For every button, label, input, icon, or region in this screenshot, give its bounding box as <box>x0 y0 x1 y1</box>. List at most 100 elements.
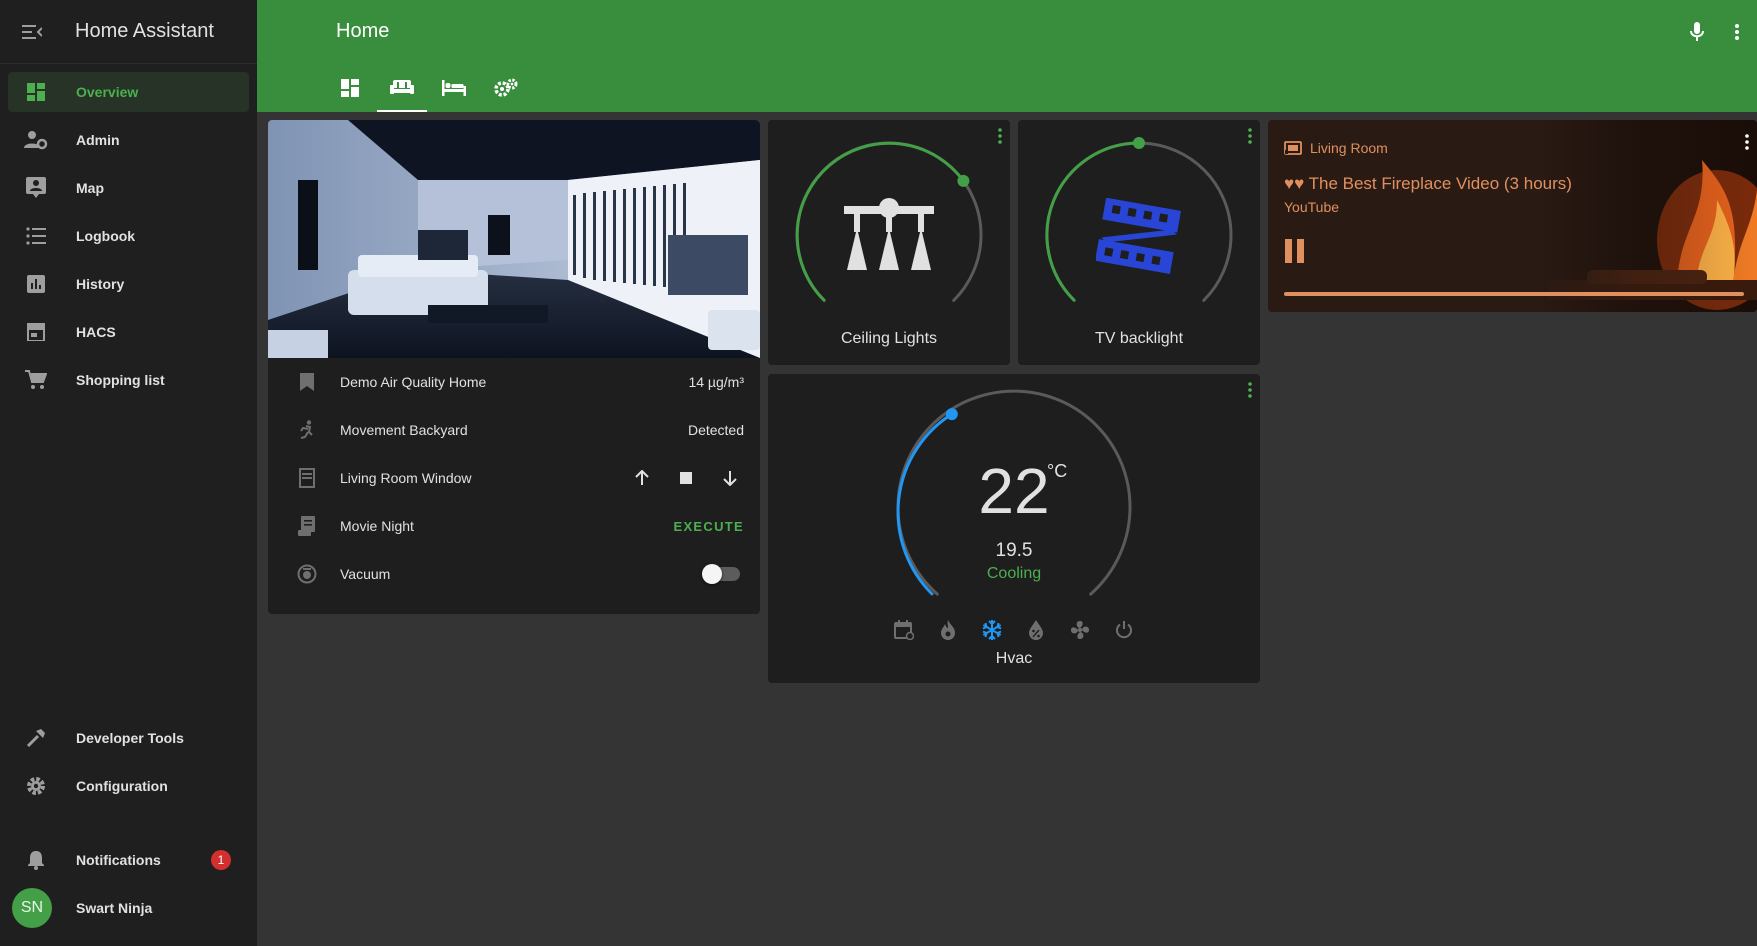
bed-icon <box>442 80 466 96</box>
view-dashboard-icon <box>8 82 56 102</box>
sidebar-item-history[interactable]: History <box>8 264 249 304</box>
entity-name: Movement Backyard <box>340 422 468 438</box>
entity-rows: Demo Air Quality Home 14 µg/m³ Movement … <box>268 358 760 598</box>
notification-count-badge: 1 <box>211 850 231 870</box>
dots-vertical-icon <box>1735 24 1739 40</box>
account-cog-icon <box>8 130 56 150</box>
menu-open-icon <box>22 24 42 39</box>
sidebar-item-label: Notifications <box>76 852 161 868</box>
view-tabs <box>324 64 532 112</box>
fire-icon <box>941 620 955 640</box>
tab-settings[interactable] <box>480 64 532 112</box>
entity-row-movement[interactable]: Movement Backyard Detected <box>268 406 760 454</box>
overflow-menu-button[interactable] <box>1717 12 1757 52</box>
brightness-handle[interactable] <box>1133 137 1145 149</box>
media-source-name: Living Room <box>1310 140 1388 156</box>
media-player-card: Living Room ♥♥ The Best Fireplace Video … <box>1268 120 1757 312</box>
mode-dry-button[interactable] <box>1014 614 1058 646</box>
dots-vertical-icon <box>1745 134 1749 150</box>
temperature-unit: °C <box>1047 461 1068 481</box>
entity-name: Demo Air Quality Home <box>340 374 487 390</box>
arrow-down-icon <box>723 471 737 486</box>
sidebar-header: Home Assistant <box>0 0 257 64</box>
media-source: Living Room <box>1284 140 1388 156</box>
menu-toggle-button[interactable] <box>0 0 64 64</box>
tab-overview[interactable] <box>324 64 376 112</box>
mode-heat-button[interactable] <box>926 614 970 646</box>
entity-row-window[interactable]: Living Room Window <box>268 454 760 502</box>
fan-icon <box>1071 621 1089 639</box>
mode-auto-button[interactable] <box>882 614 926 646</box>
robot-vacuum-icon <box>268 564 340 584</box>
tab-bedroom[interactable] <box>428 64 480 112</box>
bookmark-icon <box>268 373 340 391</box>
cover-close-button[interactable] <box>708 458 752 498</box>
bell-icon <box>8 850 56 870</box>
window-shutter-icon <box>268 468 340 488</box>
sidebar-item-configuration[interactable]: Configuration <box>8 766 249 806</box>
media-progress-bar[interactable] <box>1284 292 1744 296</box>
notifications-section: Notifications 1 <box>0 840 257 888</box>
hvac-action: Cooling <box>986 565 1042 582</box>
sidebar-item-label: Shopping list <box>76 372 165 388</box>
script-text-icon <box>268 516 340 536</box>
thermostat-name: Hvac <box>995 650 1033 667</box>
sidebar-item-label: Overview <box>76 84 139 100</box>
chart-box-icon <box>8 275 56 293</box>
sidebar-bottom-nav: Developer Tools Configuration <box>0 718 257 814</box>
sofa-icon <box>390 80 414 94</box>
mode-off-button[interactable] <box>1102 614 1146 646</box>
sidebar-item-shopping-list[interactable]: Shopping list <box>8 360 249 400</box>
mode-fan-button[interactable] <box>1058 614 1102 646</box>
cover-stop-button[interactable] <box>664 458 708 498</box>
light-card-ceiling-lights: Ceiling Lights <box>768 120 1010 365</box>
sidebar-item-admin[interactable]: Admin <box>8 120 249 160</box>
light-card-tv-backlight: TV backlight <box>1018 120 1260 365</box>
app-root: Home Assistant Overview Admin Map Logboo… <box>0 0 1757 946</box>
vacuum-toggle[interactable] <box>702 564 740 584</box>
voice-command-button[interactable] <box>1677 12 1717 52</box>
target-temperature-handle[interactable] <box>945 408 958 421</box>
cogs-icon <box>494 78 518 97</box>
entity-value: Detected <box>687 422 744 438</box>
camera-picture[interactable] <box>268 120 760 358</box>
cog-icon <box>8 776 56 796</box>
sidebar-item-label: Configuration <box>76 778 168 794</box>
pause-icon <box>1285 239 1304 263</box>
tab-living-room[interactable] <box>376 64 428 112</box>
header-actions <box>1677 12 1757 52</box>
more-info-button[interactable] <box>1745 134 1749 155</box>
sidebar-item-label: Developer Tools <box>76 730 184 746</box>
entity-row-vacuum[interactable]: Vacuum <box>268 550 760 598</box>
entity-row-air-quality[interactable]: Demo Air Quality Home 14 µg/m³ <box>268 358 760 406</box>
entity-name: Living Room Window <box>340 470 472 486</box>
sidebar-item-label: History <box>76 276 125 292</box>
sidebar-item-map[interactable]: Map <box>8 168 249 208</box>
sidebar-nav: Overview Admin Map Logbook History HACS <box>0 72 257 408</box>
mode-cool-button[interactable] <box>970 614 1014 646</box>
run-icon <box>268 420 340 440</box>
brightness-handle[interactable] <box>957 174 970 187</box>
sidebar-user[interactable]: SN Swart Ninja <box>0 888 257 928</box>
sidebar-item-hacs[interactable]: HACS <box>8 312 249 352</box>
sidebar-item-notifications[interactable]: Notifications 1 <box>8 840 249 880</box>
sidebar-item-overview[interactable]: Overview <box>8 72 249 112</box>
current-temperature: 22 °C <box>768 454 1260 528</box>
view-dashboard-icon <box>341 79 359 97</box>
sidebar-item-logbook[interactable]: Logbook <box>8 216 249 256</box>
execute-button[interactable]: EXECUTE <box>673 519 744 534</box>
toggle-knob <box>702 564 722 584</box>
entities-card: Demo Air Quality Home 14 µg/m³ Movement … <box>268 120 760 614</box>
sidebar-item-developer-tools[interactable]: Developer Tools <box>8 718 249 758</box>
pause-button[interactable] <box>1284 238 1306 269</box>
target-temperature: 19.5 <box>995 540 1033 561</box>
cover-open-button[interactable] <box>620 458 664 498</box>
format-list-bulleted-icon <box>8 227 56 245</box>
cover-controls <box>620 458 752 498</box>
sidebar-item-label: Logbook <box>76 228 136 244</box>
water-percent-icon <box>1029 620 1043 640</box>
light-name: Ceiling Lights <box>840 330 938 347</box>
entity-row-movie-night[interactable]: Movie Night EXECUTE <box>268 502 760 550</box>
sidebar: Home Assistant Overview Admin Map Logboo… <box>0 0 257 946</box>
entity-name: Vacuum <box>340 566 391 582</box>
